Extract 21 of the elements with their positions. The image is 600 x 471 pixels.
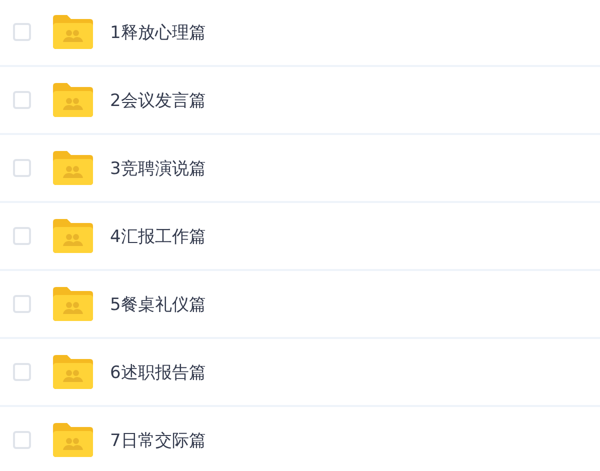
checkbox[interactable] (13, 363, 31, 381)
folder-name[interactable]: 2会议发言篇 (110, 88, 206, 112)
folder-name[interactable]: 3竞聘演说篇 (110, 156, 206, 180)
checkbox[interactable] (13, 23, 31, 41)
folder-name[interactable]: 7日常交际篇 (110, 428, 206, 452)
folder-icon (53, 83, 93, 117)
folder-icon (53, 423, 93, 457)
checkbox[interactable] (13, 227, 31, 245)
folder-name[interactable]: 1释放心理篇 (110, 20, 206, 44)
checkbox[interactable] (13, 159, 31, 177)
folder-name[interactable]: 4汇报工作篇 (110, 224, 206, 248)
checkbox[interactable] (13, 91, 31, 109)
folder-name[interactable]: 6述职报告篇 (110, 360, 206, 384)
checkbox[interactable] (13, 295, 31, 313)
folder-icon (53, 287, 93, 321)
checkbox[interactable] (13, 431, 31, 449)
folder-name[interactable]: 5餐桌礼仪篇 (110, 292, 206, 316)
folder-icon (53, 151, 93, 185)
folder-icon (53, 219, 93, 253)
folder-icon (53, 355, 93, 389)
folder-icon (53, 15, 93, 49)
